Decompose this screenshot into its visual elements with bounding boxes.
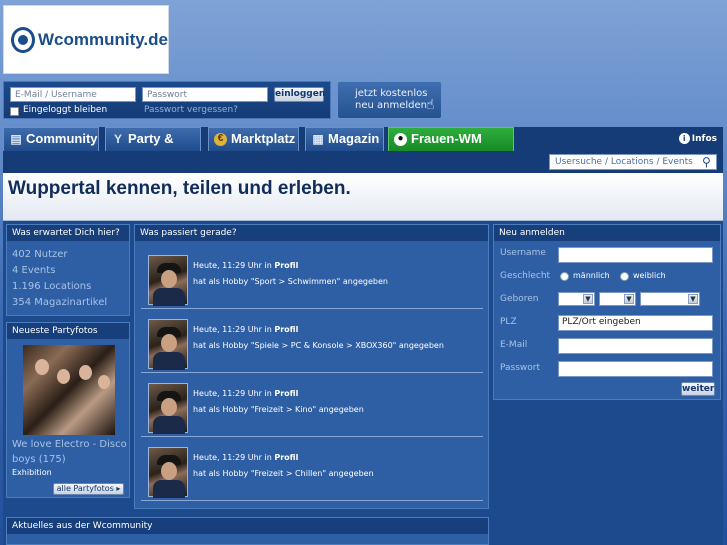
- register-cta-button[interactable]: jetzt kostenlos neu anmelden ☝: [337, 81, 442, 119]
- feed-time: Heute, 11:29 Uhr in: [193, 389, 272, 398]
- email-username-input[interactable]: E-Mail / Username: [10, 87, 136, 102]
- feed-item: Heute, 11:29 Uhr in Profil hat als Hobby …: [141, 375, 483, 437]
- feed-time: Heute, 11:29 Uhr in: [193, 325, 272, 334]
- soccer-ball-icon: ●: [394, 133, 407, 146]
- stat-events[interactable]: 4 Events: [12, 263, 107, 279]
- register-title: Neu anmelden: [494, 225, 720, 241]
- cocktail-icon: Y: [113, 132, 122, 146]
- chevron-down-icon: ▼: [583, 294, 593, 304]
- logo-icon: [11, 26, 35, 53]
- avatar[interactable]: [148, 447, 188, 498]
- username-label: Username: [500, 248, 546, 258]
- logo-text: Wcommunity.de: [37, 29, 168, 49]
- party-photo[interactable]: [23, 345, 115, 435]
- activity-feed-panel: Was passiert gerade? Heute, 11:29 Uhr in…: [134, 224, 489, 509]
- party-caption[interactable]: We love Electro - Disco boys (175): [12, 437, 128, 467]
- feed-item: Heute, 11:29 Uhr in Profil hat als Hobby …: [141, 247, 483, 309]
- email-field[interactable]: [558, 338, 713, 354]
- gender-male-label: männlich: [573, 271, 610, 280]
- login-button[interactable]: einloggen: [274, 87, 325, 102]
- partyfotos-panel: Neueste Partyfotos We love Electro - Dis…: [6, 322, 130, 498]
- stats-panel: Was erwartet Dich hier? 402 Nutzer 4 Eve…: [6, 224, 130, 316]
- hand-cursor-icon: ☝: [426, 97, 435, 113]
- feed-section-link[interactable]: Profil: [274, 325, 298, 334]
- search-input[interactable]: Usersuche / Locations / Events: [549, 154, 717, 170]
- avatar[interactable]: [148, 255, 188, 306]
- feed-time: Heute, 11:29 Uhr in: [193, 261, 272, 270]
- feed-text: hat als Hobby "Freizeit > Kino" angegebe…: [193, 405, 364, 414]
- infos-link[interactable]: i Infos: [678, 133, 717, 144]
- tab-label: Community: [26, 131, 98, 146]
- plz-field[interactable]: PLZ/Ort eingeben: [558, 315, 713, 331]
- register-panel: Neu anmelden Username Geschlecht männlic…: [493, 224, 721, 400]
- birth-month-select[interactable]: ▼: [599, 292, 636, 306]
- stat-users[interactable]: 402 Nutzer: [12, 247, 107, 263]
- stat-locations[interactable]: 1.196 Locations: [12, 279, 107, 295]
- feed-section-link[interactable]: Profil: [274, 261, 298, 270]
- info-icon: i: [678, 133, 690, 144]
- feed-title: Was passiert gerade?: [135, 225, 488, 241]
- page-title: Wuppertal kennen, teilen und erleben.: [8, 178, 351, 199]
- tab-frauen-wm[interactable]: ●Frauen-WM 2011: [388, 127, 514, 168]
- feed-text: hat als Hobby "Sport > Schwimmen" angege…: [193, 277, 388, 286]
- password-field[interactable]: [558, 361, 713, 377]
- tab-community[interactable]: ▤ Community: [3, 127, 99, 151]
- password-input[interactable]: Passwort: [142, 87, 268, 102]
- news-panel: Aktuelles aus der Wcommunity: [6, 517, 489, 545]
- arrow-right-icon: ▸: [116, 484, 121, 493]
- party-location[interactable]: Exhibition: [12, 468, 52, 477]
- feed-text: hat als Hobby "Spiele > PC & Konsole > X…: [193, 341, 444, 350]
- feed-section-link[interactable]: Profil: [274, 389, 298, 398]
- all-partyfotos-button[interactable]: alle Partyfotos ▸: [53, 483, 124, 495]
- feed-section-link[interactable]: Profil: [274, 453, 298, 462]
- remember-checkbox[interactable]: [10, 107, 19, 116]
- news-title: Aktuelles aus der Wcommunity: [7, 518, 488, 534]
- feed-text: hat als Hobby "Freizeit > Chillen" angeg…: [193, 469, 374, 478]
- birth-day-select[interactable]: ▼: [558, 292, 595, 306]
- login-bar: E-Mail / Username Passwort einloggen Ein…: [3, 81, 331, 119]
- stats-title: Was erwartet Dich hier?: [7, 225, 129, 241]
- birth-label: Geboren: [500, 294, 539, 304]
- plz-label: PLZ: [500, 317, 517, 327]
- main-nav: ▤ Community YParty & Fun € Marktplatz ▦ Mag…: [3, 127, 723, 168]
- all-partyfotos-label: alle Partyfotos: [56, 484, 114, 493]
- tab-label: Marktplatz: [231, 131, 296, 146]
- partyfotos-title: Neueste Partyfotos: [7, 323, 129, 339]
- newspaper-icon: ▦: [312, 132, 324, 146]
- euro-icon: €: [214, 133, 227, 146]
- feed-item: Heute, 11:29 Uhr in Profil hat als Hobby …: [141, 439, 483, 501]
- tab-marktplatz[interactable]: € Marktplatz: [208, 127, 299, 151]
- tab-label: Magazin: [328, 131, 380, 146]
- feed-item: Heute, 11:29 Uhr in Profil hat als Hobby …: [141, 311, 483, 373]
- tab-magazin[interactable]: ▦ Magazin: [305, 127, 384, 151]
- search-icon[interactable]: ⚲: [702, 155, 711, 169]
- gender-male-radio[interactable]: [560, 272, 569, 281]
- gender-label: Geschlecht: [500, 271, 551, 281]
- chevron-down-icon: ▼: [624, 294, 634, 304]
- birth-year-select[interactable]: ▼: [640, 292, 700, 306]
- stat-articles[interactable]: 354 Magazinartikel: [12, 295, 107, 311]
- gender-female-radio[interactable]: [620, 272, 629, 281]
- tab-party-fun[interactable]: YParty & Fun: [105, 127, 201, 168]
- content-area: Was erwartet Dich hier? 402 Nutzer 4 Eve…: [3, 221, 723, 545]
- remember-label: Eingeloggt bleiben: [23, 105, 108, 115]
- chevron-down-icon: ▼: [688, 294, 698, 304]
- avatar[interactable]: [148, 383, 188, 434]
- register-submit-button[interactable]: weiter: [681, 382, 715, 396]
- infos-label: Infos: [691, 134, 717, 144]
- username-field[interactable]: [558, 247, 713, 263]
- site-logo[interactable]: Wcommunity.de: [3, 5, 169, 74]
- feed-time: Heute, 11:29 Uhr in: [193, 453, 272, 462]
- page-header: Wuppertal kennen, teilen und erleben.: [3, 173, 723, 221]
- email-label: E-Mail: [500, 340, 528, 350]
- gender-female-label: weiblich: [633, 271, 666, 280]
- forgot-password-link[interactable]: Passwort vergessen?: [144, 105, 238, 115]
- avatar[interactable]: [148, 319, 188, 370]
- password-label: Passwort: [500, 363, 541, 373]
- community-icon: ▤: [10, 132, 22, 146]
